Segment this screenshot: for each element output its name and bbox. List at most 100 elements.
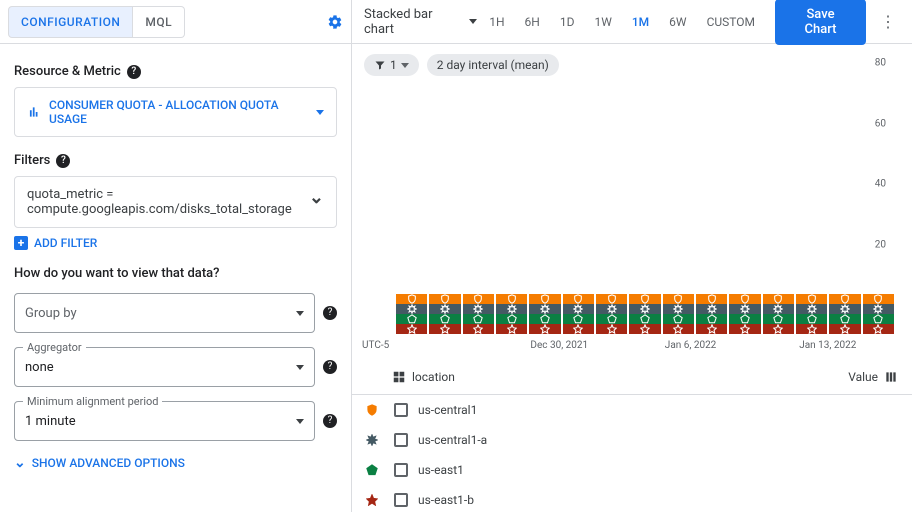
bar-segment bbox=[496, 294, 527, 304]
bar-segment bbox=[463, 314, 494, 324]
chevron-down-icon bbox=[296, 365, 304, 370]
range-1h[interactable]: 1H bbox=[481, 9, 512, 35]
filter-chip[interactable]: 1 bbox=[364, 54, 419, 76]
bar-segment bbox=[763, 294, 794, 304]
chart-bar[interactable] bbox=[496, 294, 527, 334]
tab-mql[interactable]: MQL bbox=[133, 6, 185, 38]
bar-segment bbox=[663, 324, 694, 334]
bar-segment bbox=[596, 324, 627, 334]
bar-segment bbox=[396, 294, 427, 304]
range-6h[interactable]: 6H bbox=[517, 9, 548, 35]
chart-bar[interactable] bbox=[629, 294, 660, 334]
chart-bar[interactable] bbox=[563, 294, 594, 334]
chart-bar[interactable] bbox=[763, 294, 794, 334]
bar-segment bbox=[829, 324, 860, 334]
chevron-down-icon bbox=[469, 19, 477, 24]
legend-row[interactable]: us-east1-b bbox=[352, 485, 912, 512]
bar-segment bbox=[663, 304, 694, 314]
bar-segment bbox=[629, 304, 660, 314]
chart-bar[interactable] bbox=[596, 294, 627, 334]
bar-segment bbox=[563, 294, 594, 304]
bar-segment bbox=[396, 314, 427, 324]
bar-segment bbox=[729, 314, 760, 324]
bar-segment bbox=[563, 314, 594, 324]
save-chart-button[interactable]: Save Chart bbox=[775, 0, 866, 45]
filter-icon bbox=[374, 59, 386, 71]
shield-icon bbox=[366, 404, 378, 416]
legend-label: us-east1 bbox=[418, 463, 464, 477]
chart-bar[interactable] bbox=[396, 294, 427, 334]
interval-chip[interactable]: 2 day interval (mean) bbox=[427, 54, 559, 76]
help-icon[interactable]: ? bbox=[127, 65, 141, 79]
more-icon[interactable]: ⋮ bbox=[876, 8, 900, 35]
bar-segment bbox=[696, 304, 727, 314]
filters-title: Filters ? bbox=[14, 153, 337, 168]
legend-header-label: location bbox=[412, 370, 455, 384]
bar-segment bbox=[529, 324, 560, 334]
gear-icon[interactable] bbox=[327, 14, 343, 30]
filter-expression-text: quota_metric = compute.googleapis.com/di… bbox=[27, 187, 277, 217]
bar-segment bbox=[529, 304, 560, 314]
resource-metric-title: Resource & Metric ? bbox=[14, 64, 337, 79]
legend-checkbox[interactable] bbox=[394, 463, 408, 477]
legend-row[interactable]: us-central1 bbox=[352, 395, 912, 425]
legend-label: us-central1-a bbox=[418, 433, 487, 447]
bar-segment bbox=[429, 314, 460, 324]
range-1d[interactable]: 1D bbox=[552, 9, 583, 35]
burst-icon bbox=[366, 434, 378, 446]
bar-segment bbox=[829, 304, 860, 314]
legend-checkbox[interactable] bbox=[394, 403, 408, 417]
range-1m[interactable]: 1M bbox=[624, 9, 657, 35]
chevron-down-icon: ⌄ bbox=[14, 455, 26, 471]
chart-bar[interactable] bbox=[663, 294, 694, 334]
bar-segment bbox=[663, 294, 694, 304]
bar-segment bbox=[629, 294, 660, 304]
chart-toolbar: Stacked bar chart 1H6H1D1W1M6WCUSTOM Sav… bbox=[352, 0, 912, 44]
chart-type-select[interactable]: Stacked bar chart bbox=[364, 7, 477, 37]
help-icon[interactable]: ? bbox=[323, 414, 337, 428]
filter-expression[interactable]: quota_metric = compute.googleapis.com/di… bbox=[14, 176, 337, 228]
bar-segment bbox=[629, 314, 660, 324]
columns-icon[interactable] bbox=[884, 370, 898, 384]
legend-value-label: Value bbox=[848, 370, 878, 384]
alignment-select[interactable]: Minimum alignment period 1 minute bbox=[14, 401, 315, 441]
aggregator-select[interactable]: Aggregator none bbox=[14, 347, 315, 387]
chart-bar[interactable] bbox=[696, 294, 727, 334]
chevron-down-icon: ⌄ bbox=[309, 187, 324, 208]
legend-row[interactable]: us-east1 bbox=[352, 455, 912, 485]
bar-segment bbox=[563, 324, 594, 334]
range-6w[interactable]: 6W bbox=[661, 9, 694, 35]
help-icon[interactable]: ? bbox=[323, 306, 337, 320]
legend-checkbox[interactable] bbox=[394, 433, 408, 447]
bar-segment bbox=[796, 294, 827, 304]
bar-segment bbox=[863, 304, 894, 314]
add-filter-button[interactable]: + ADD FILTER bbox=[14, 236, 337, 250]
chart-bar[interactable] bbox=[796, 294, 827, 334]
star-icon bbox=[366, 494, 378, 506]
bar-segment bbox=[763, 304, 794, 314]
legend-list: us-central1 us-central1-a us-east1 us-ea… bbox=[352, 395, 912, 512]
range-custom[interactable]: CUSTOM bbox=[699, 9, 763, 35]
chip-row: 1 2 day interval (mean) bbox=[352, 44, 912, 86]
legend-checkbox[interactable] bbox=[394, 493, 408, 507]
bar-segment bbox=[796, 304, 827, 314]
chart-bar[interactable] bbox=[829, 294, 860, 334]
tab-configuration[interactable]: CONFIGURATION bbox=[8, 6, 133, 38]
chart-bar[interactable] bbox=[529, 294, 560, 334]
group-by-select[interactable]: Group by bbox=[14, 293, 315, 333]
chart-bar[interactable] bbox=[863, 294, 894, 334]
chart-bar[interactable] bbox=[729, 294, 760, 334]
legend-row[interactable]: us-central1-a bbox=[352, 425, 912, 455]
bar-segment bbox=[729, 324, 760, 334]
chart-bar[interactable] bbox=[463, 294, 494, 334]
show-advanced-button[interactable]: ⌄ SHOW ADVANCED OPTIONS bbox=[14, 455, 337, 471]
time-range-picker: 1H6H1D1W1M6WCUSTOM bbox=[481, 9, 763, 35]
help-icon[interactable]: ? bbox=[56, 154, 70, 168]
chart-bar[interactable] bbox=[429, 294, 460, 334]
bar-segment bbox=[796, 324, 827, 334]
bar-chart-icon bbox=[27, 105, 41, 119]
bar-segment bbox=[563, 304, 594, 314]
resource-metric-selector[interactable]: CONSUMER QUOTA - ALLOCATION QUOTA USAGE bbox=[14, 87, 337, 137]
help-icon[interactable]: ? bbox=[323, 360, 337, 374]
range-1w[interactable]: 1W bbox=[586, 9, 619, 35]
